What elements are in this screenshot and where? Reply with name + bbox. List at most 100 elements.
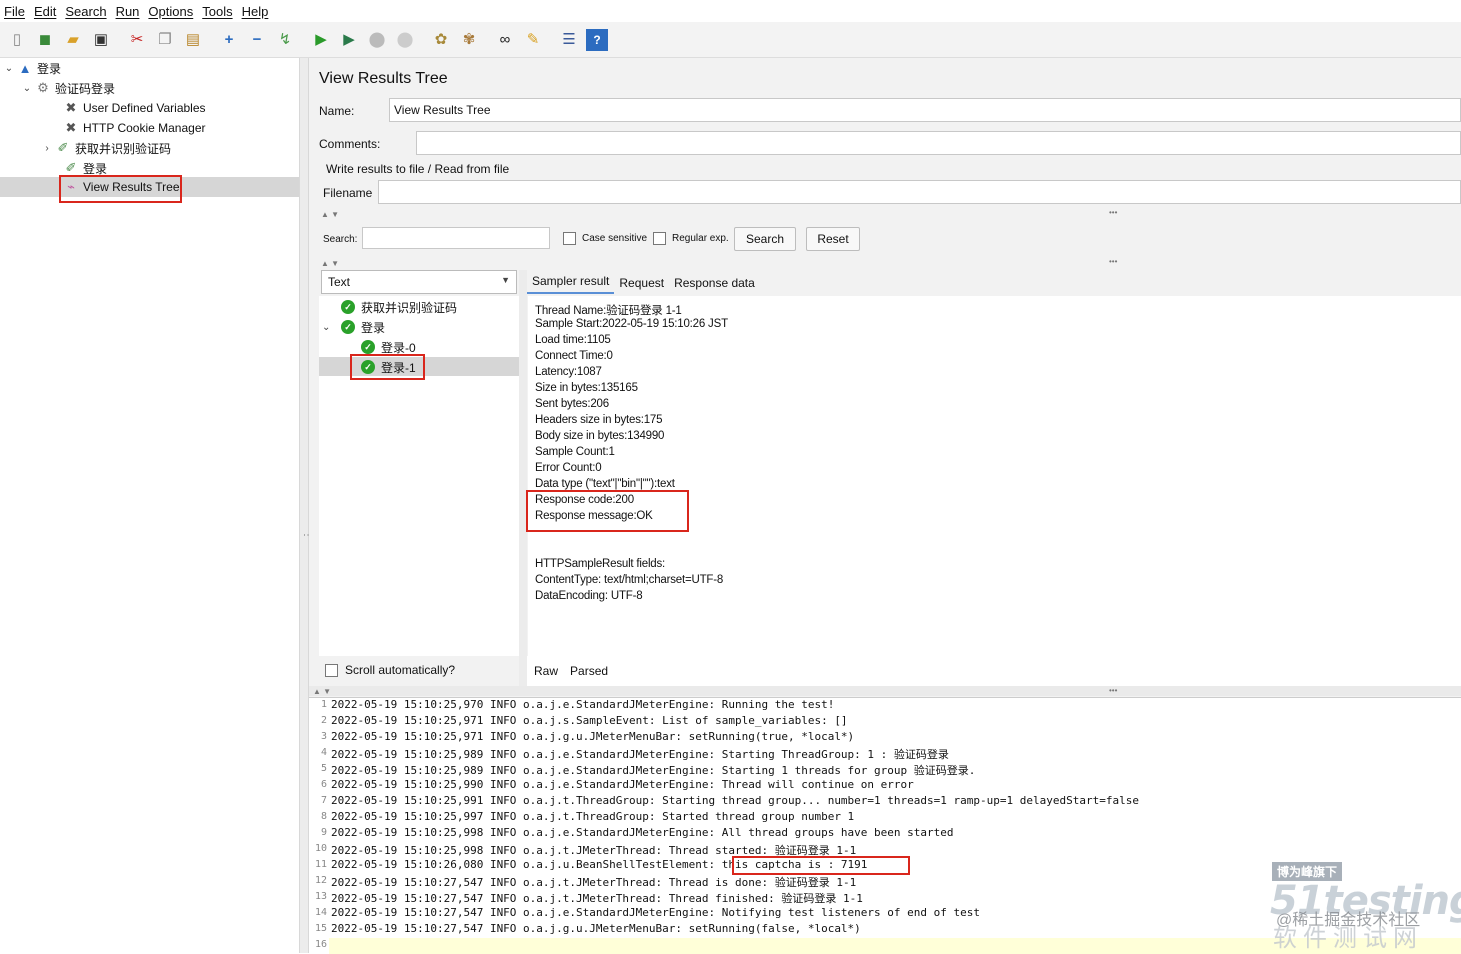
sampler-result-text: Thread Name:验证码登录 1-1 Sample Start:2022-… xyxy=(526,296,1461,656)
splitter-grip[interactable]: ••• xyxy=(1109,208,1117,217)
reset-button[interactable]: Reset xyxy=(806,227,860,251)
save-icon[interactable]: ▣ xyxy=(90,29,112,51)
result-line: ContentType: text/html;charset=UTF-8 xyxy=(535,574,724,586)
name-label: Name: xyxy=(319,104,355,118)
clear-icon[interactable]: ✿ xyxy=(430,29,452,51)
splitter-grip[interactable]: ••• xyxy=(1109,686,1117,695)
scroll-automatically-checkbox[interactable]: Scroll automatically? xyxy=(325,663,455,677)
result-line: Thread Name:验证码登录 1-1 xyxy=(535,305,682,317)
result-line: Error Count:0 xyxy=(535,462,602,474)
checkbox-box[interactable] xyxy=(653,232,666,245)
toggle-icon[interactable]: ↯ xyxy=(274,29,296,51)
menu-options[interactable]: Options xyxy=(148,4,193,19)
comments-label: Comments: xyxy=(319,137,381,151)
collapse-arrows[interactable]: ▲ ▼ xyxy=(313,687,331,696)
tree-node-thread-group[interactable]: ⌄ ⚙ 验证码登录 xyxy=(20,78,115,98)
chevron-right-icon[interactable]: › xyxy=(40,143,54,154)
splitter-vertical[interactable] xyxy=(519,270,527,690)
expand-icon[interactable]: + xyxy=(218,29,240,51)
result-line: HTTPSampleResult fields: xyxy=(535,558,666,570)
tree-node-label: 获取并识别验证码 xyxy=(75,141,172,156)
log-line: 2022-05-19 15:10:25,971 INFO o.a.j.s.Sam… xyxy=(331,714,848,727)
checkbox-box[interactable] xyxy=(563,232,576,245)
menu-file[interactable]: File xyxy=(4,4,25,19)
tab-sampler-result[interactable]: Sampler result xyxy=(527,274,615,294)
line-number: 1 xyxy=(320,699,327,710)
tree-node-user-defined-variables[interactable]: ✖ User Defined Variables xyxy=(48,98,206,118)
regular-exp-checkbox[interactable]: Regular exp. xyxy=(653,232,729,245)
renderer-select[interactable]: Text ▼ xyxy=(321,270,517,294)
tree-node-cookie-manager[interactable]: ✖ HTTP Cookie Manager xyxy=(48,118,206,138)
tree-node-label: User Defined Variables xyxy=(83,101,206,115)
result-node-get-captcha[interactable]: ✓ 获取并识别验证码 xyxy=(341,297,457,317)
chevron-down-icon[interactable]: ⌄ xyxy=(20,83,34,94)
templates-icon[interactable]: ◼ xyxy=(34,29,56,51)
splitter-vertical[interactable]: ⋮ xyxy=(299,58,313,953)
splitter-horizontal[interactable]: ▲ ▼ ••• xyxy=(309,686,1461,696)
line-number: 4 xyxy=(320,747,327,758)
tree-node-root[interactable]: ⌄ ▲ 登录 xyxy=(2,58,61,78)
cut-icon[interactable]: ✂ xyxy=(126,29,148,51)
highlight-box xyxy=(526,490,689,532)
start-icon[interactable]: ▶ xyxy=(310,29,332,51)
log-line: 2022-05-19 15:10:25,990 INFO o.a.j.e.Sta… xyxy=(331,778,914,791)
highlight-box xyxy=(59,175,182,203)
name-field[interactable]: View Results Tree xyxy=(389,98,1461,122)
collapse-icon[interactable]: − xyxy=(246,29,268,51)
highlight-box xyxy=(350,354,425,380)
success-icon: ✓ xyxy=(361,340,375,354)
filename-field[interactable] xyxy=(378,180,1461,204)
reset-search-icon[interactable]: ✎ xyxy=(522,29,544,51)
tree-node-label: 登录 xyxy=(83,161,108,176)
menu-run[interactable]: Run xyxy=(116,4,140,19)
open-icon[interactable]: ▰ xyxy=(62,29,84,51)
paste-icon[interactable]: ▤ xyxy=(182,29,204,51)
new-icon[interactable]: ▯ xyxy=(6,29,28,51)
checkbox-label: Scroll automatically? xyxy=(345,663,456,677)
tab-response-data[interactable]: Response data xyxy=(669,276,760,294)
shutdown-icon[interactable]: ⬤ xyxy=(394,29,416,51)
log-line: 2022-05-19 15:10:25,971 INFO o.a.j.g.u.J… xyxy=(331,730,855,743)
line-number: 12 xyxy=(314,875,327,886)
checkbox-box[interactable] xyxy=(325,663,338,677)
chevron-down-icon[interactable]: ⌄ xyxy=(2,63,16,74)
collapse-arrows[interactable]: ▲ ▼ xyxy=(321,259,339,268)
result-line: DataEncoding: UTF-8 xyxy=(535,590,643,602)
tab-parsed[interactable]: Parsed xyxy=(570,664,608,678)
line-number: 7 xyxy=(320,795,327,806)
log-line: 2022-05-19 15:10:25,989 INFO o.a.j.e.Sta… xyxy=(331,764,976,777)
line-number: 6 xyxy=(320,779,327,790)
splitter-grip[interactable]: ••• xyxy=(1109,257,1117,266)
help-icon[interactable]: ? xyxy=(586,28,608,51)
checkbox-label: Case sensitive xyxy=(582,233,648,244)
copy-icon[interactable]: ❐ xyxy=(154,29,176,51)
line-number: 13 xyxy=(314,891,327,902)
clear-all-icon[interactable]: ✾ xyxy=(458,29,480,51)
menu-help[interactable]: Help xyxy=(242,4,269,19)
search-input[interactable] xyxy=(362,227,550,249)
view-mode-tabs: Raw Parsed xyxy=(527,656,1461,686)
collapse-arrows[interactable]: ▲ ▼ xyxy=(321,210,339,219)
case-sensitive-checkbox[interactable]: Case sensitive xyxy=(563,232,647,245)
success-icon: ✓ xyxy=(341,320,355,334)
menu-search[interactable]: Search xyxy=(65,4,106,19)
comments-field[interactable] xyxy=(416,131,1461,155)
tab-raw[interactable]: Raw xyxy=(534,664,558,678)
menu-edit[interactable]: Edit xyxy=(34,4,56,19)
stop-icon[interactable]: ⬤ xyxy=(366,29,388,51)
wrench-icon: ✖ xyxy=(65,100,77,115)
line-number: 11 xyxy=(314,859,327,870)
line-number: 14 xyxy=(314,907,327,918)
search-button[interactable]: Search xyxy=(734,227,796,251)
menu-tools[interactable]: Tools xyxy=(202,4,232,19)
start-no-pause-icon[interactable]: ▶ xyxy=(338,29,360,51)
tree-node-get-captcha[interactable]: › ✐ 获取并识别验证码 xyxy=(40,138,171,158)
search-icon[interactable]: ∞ xyxy=(494,29,516,51)
line-number: 10 xyxy=(314,843,327,854)
tab-request[interactable]: Request xyxy=(614,276,669,294)
result-node-login[interactable]: ⌄ ✓ 登录 xyxy=(322,317,385,337)
gear-icon: ⚙ xyxy=(37,80,49,95)
function-helper-icon[interactable]: ☰ xyxy=(558,29,580,51)
chevron-down-icon[interactable]: ⌄ xyxy=(322,322,341,333)
chevron-down-icon[interactable]: ▼ xyxy=(501,275,510,285)
